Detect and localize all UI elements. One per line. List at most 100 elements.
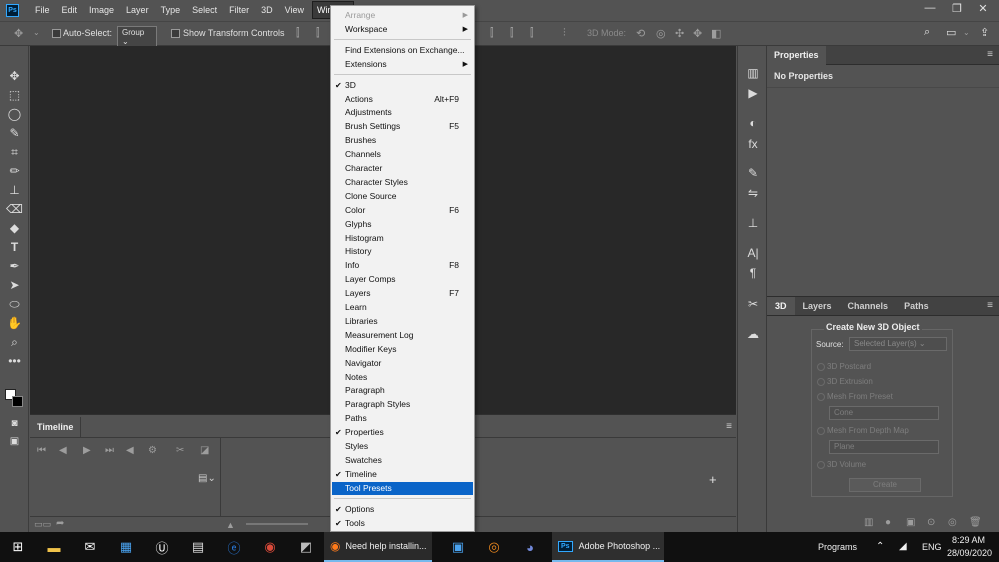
group-dropdown[interactable]: Group ⌄ [117, 26, 157, 48]
window-menu-item-arrange[interactable]: Arrange ▶ [332, 9, 473, 22]
paint-bucket-tool-icon[interactable]: ◆ [6, 220, 23, 236]
orbit-3d-icon[interactable]: ⟲ [636, 27, 645, 40]
history-icon[interactable]: ▥ [746, 66, 760, 80]
distribute-right-icon[interactable]: ⫿ [530, 27, 534, 40]
distribute-center-icon[interactable]: ⫿ [510, 27, 514, 40]
window-menu-item-character-styles[interactable]: Character Styles [332, 176, 473, 189]
radio-depth-map[interactable] [817, 427, 825, 435]
menu-edit[interactable]: Edit [58, 2, 82, 18]
network-icon[interactable]: ◢ [899, 541, 907, 552]
character-icon[interactable]: A| [746, 246, 760, 260]
window-menu-item-measurement-log[interactable]: Measurement Log [332, 329, 473, 342]
window-menu-item-brush-settings[interactable]: Brush Settings F5 [332, 120, 473, 133]
distribute-icon[interactable]: ⫿ [490, 27, 494, 40]
panel-menu-icon[interactable]: ≡ [987, 49, 993, 60]
window-menu-item-adjustments[interactable]: Adjustments [332, 106, 473, 119]
window-menu-item-color[interactable]: Color F6 [332, 204, 473, 217]
window-menu-item-channels[interactable]: Channels [332, 148, 473, 161]
window-menu-item-info[interactable]: Info F8 [332, 259, 473, 272]
ellipse-tool-icon[interactable]: ⬭ [6, 296, 23, 312]
render-video-icon[interactable]: ➦ [56, 518, 64, 529]
windows-start-icon[interactable]: ⊞ [8, 537, 28, 557]
discord-icon[interactable]: ◕ [520, 537, 540, 557]
menu-filter[interactable]: Filter [225, 2, 253, 18]
depth-select[interactable]: Plane [829, 440, 939, 454]
move-tool-icon[interactable]: ✥ [6, 68, 23, 84]
align-left-icon[interactable]: ⫿ [296, 27, 300, 40]
roll-3d-icon[interactable]: ◎ [656, 27, 666, 40]
split-scissors-icon[interactable]: ✂ [176, 445, 184, 456]
file-explorer-icon[interactable]: ▬ [44, 537, 64, 557]
tab-paths[interactable]: Paths [896, 297, 937, 315]
calendar-icon[interactable]: ▤ [188, 537, 208, 557]
window-menu-item-extensions[interactable]: Extensions ▶ [332, 58, 473, 71]
stamp-tool-icon[interactable]: ⊥ [6, 182, 23, 198]
window-menu-item-histogram[interactable]: Histogram [332, 232, 473, 245]
taskbar-firefox-task[interactable]: ◉ Need help installin... [324, 532, 432, 562]
clone-source-icon[interactable]: ⊥ [746, 216, 760, 230]
brush-settings-icon[interactable]: ✎ [746, 166, 760, 180]
radio-3d-volume[interactable] [817, 461, 825, 469]
window-menu-item-tools[interactable]: Tools ✔ [332, 517, 473, 530]
lasso-tool-icon[interactable]: ◯ [6, 106, 23, 122]
search-icon[interactable]: ⌕ [924, 26, 930, 39]
blender-icon[interactable]: ◎ [484, 537, 504, 557]
radio-3d-postcard[interactable] [817, 363, 825, 371]
radio-3d-extrusion[interactable] [817, 378, 825, 386]
previous-frame-icon[interactable]: ◀ [59, 445, 67, 456]
app-icon[interactable]: ◩ [296, 537, 316, 557]
window-menu-item-layers[interactable]: Layers F7 [332, 287, 473, 300]
settings-gear-icon[interactable]: ⚙ [148, 445, 157, 456]
window-menu-item-character[interactable]: Character [332, 162, 473, 175]
window-menu-item-navigator[interactable]: Navigator [332, 357, 473, 370]
align-center-icon[interactable]: ⫿ [316, 27, 320, 40]
language-indicator[interactable]: ENG [922, 542, 942, 552]
window-menu-item-properties[interactable]: Properties ✔ [332, 426, 473, 439]
edit-icon[interactable]: ⊙ [927, 517, 935, 528]
maximize-button[interactable]: ❐ [947, 2, 967, 15]
window-menu-item-timeline[interactable]: Timeline ✔ [332, 468, 473, 481]
mail-icon[interactable]: ✉ [80, 537, 100, 557]
type-tool-icon[interactable]: T [6, 239, 23, 255]
audio-icon[interactable]: ◀ [126, 445, 134, 456]
workspace-icon[interactable]: ▭ [946, 26, 956, 39]
play-icon[interactable]: ▶ [83, 445, 91, 456]
actions-play-icon[interactable]: ▶ [746, 86, 760, 100]
menu-layer[interactable]: Layer [122, 2, 153, 18]
background-color-swatch[interactable] [12, 396, 23, 407]
chevron-down-icon[interactable]: ⌄ [33, 28, 40, 37]
screen-mode-icon[interactable]: ▣ [6, 434, 23, 450]
brush-presets-icon[interactable]: ⇋ [746, 186, 760, 200]
brush-tool-icon[interactable]: ✏ [6, 163, 23, 179]
window-menu-item-libraries[interactable]: Libraries [332, 315, 473, 328]
add-track-icon[interactable]: + [709, 472, 717, 487]
filter-icon[interactable]: ▥ [864, 517, 873, 528]
marquee-tool-icon[interactable]: ⬚ [6, 87, 23, 103]
window-menu-item-clone-source[interactable]: Clone Source [332, 190, 473, 203]
window-menu-item-glyphs[interactable]: Glyphs [332, 218, 473, 231]
menu-3d[interactable]: 3D [257, 2, 277, 18]
zoom-tool-icon[interactable]: ⌕ [6, 334, 23, 350]
panel-menu-icon[interactable]: ≡ [987, 300, 993, 311]
app-icon[interactable]: ▣ [448, 537, 468, 557]
move-tool-preset-icon[interactable]: ✥ [14, 27, 23, 40]
taskbar-photoshop-task[interactable]: Ps Adobe Photoshop ... [552, 532, 664, 562]
share-icon[interactable]: ⇪ [980, 26, 989, 39]
panel-menu-icon[interactable]: ≡ [726, 421, 732, 432]
preset-select[interactable]: Cone [829, 406, 939, 420]
window-menu-item-paths[interactable]: Paths [332, 412, 473, 425]
more-tools-icon[interactable]: ••• [6, 353, 23, 369]
close-button[interactable]: ✕ [973, 2, 993, 15]
tab-timeline[interactable]: Timeline [30, 417, 82, 437]
clock-date[interactable]: 28/09/2020 [947, 548, 992, 558]
tab-channels[interactable]: Channels [840, 297, 897, 315]
edge-icon[interactable]: ⓔ [224, 537, 244, 557]
scale-3d-icon[interactable]: ◧ [711, 27, 721, 40]
window-menu-item-tool-presets[interactable]: Tool Presets [332, 481, 473, 495]
slide-3d-icon[interactable]: ✥ [693, 27, 702, 40]
store-icon[interactable]: ▦ [116, 537, 136, 557]
eraser-tool-icon[interactable]: ⌫ [6, 201, 23, 217]
path-select-tool-icon[interactable]: ➤ [6, 277, 23, 293]
quick-select-tool-icon[interactable]: ✎ [6, 125, 23, 141]
window-menu-item-workspace[interactable]: Workspace ▶ [332, 23, 473, 36]
